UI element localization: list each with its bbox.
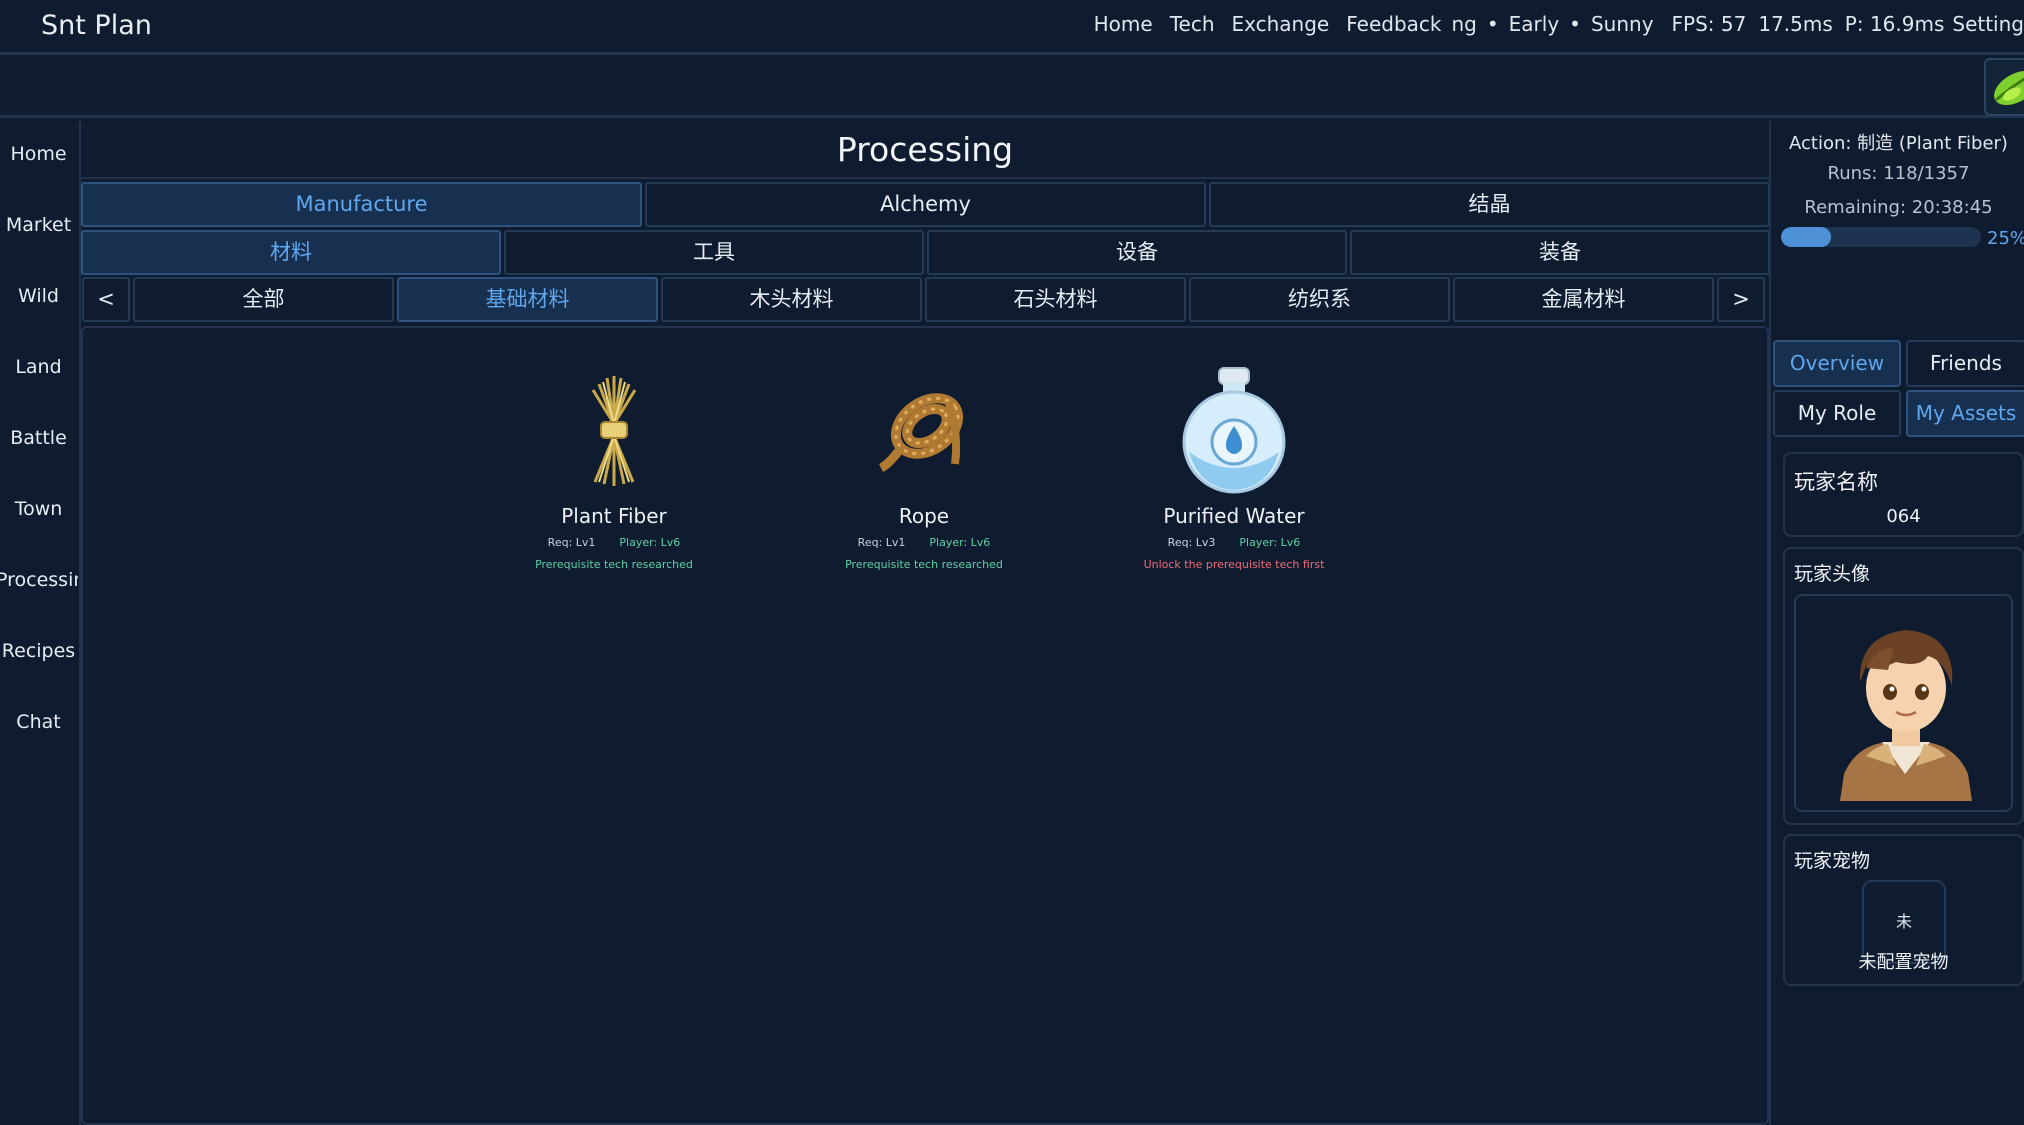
action-remaining: Remaining: 20:38:45 bbox=[1804, 197, 1993, 218]
top-bar: Snt Plan Home Tech Exchange Feedback ng … bbox=[0, 0, 2024, 55]
player-pet-title: 玩家宠物 bbox=[1794, 850, 1871, 872]
plant-fiber-icon bbox=[549, 364, 679, 494]
sidebar-item-chat[interactable]: Chat bbox=[0, 711, 77, 733]
player-avatar-card: 玩家头像 bbox=[1783, 547, 2024, 825]
separator-dot: • bbox=[1486, 12, 1499, 36]
separator-dot: • bbox=[1569, 12, 1581, 36]
p-time-readout: P: 16.9ms bbox=[1844, 12, 1945, 36]
sidebar-item-wild[interactable]: Wild bbox=[0, 285, 77, 307]
action-progress-bar bbox=[1781, 227, 1981, 247]
player-avatar-title: 玩家头像 bbox=[1794, 563, 1871, 585]
tab-metal-materials[interactable]: 金属材料 bbox=[1453, 277, 1714, 322]
current-action: Action: 制造 (Plant Fiber) bbox=[1789, 133, 2008, 154]
item-requirements: Req: Lv3 Player: Lv6 bbox=[1114, 536, 1354, 549]
top-nav: Home Tech Exchange Feedback ng • Early •… bbox=[1094, 12, 2024, 36]
app-title: Snt Plan bbox=[41, 10, 152, 41]
recipe-card-rope[interactable]: Rope Req: Lv1 Player: Lv6 Prerequisite t… bbox=[804, 364, 1044, 571]
tab-textile[interactable]: 纺织系 bbox=[1189, 277, 1450, 322]
tab-overview[interactable]: Overview bbox=[1773, 340, 1901, 387]
category-tabs: Manufacture Alchemy 结晶 bbox=[81, 182, 1770, 227]
material-type-tabs: < 全部 基础材料 木头材料 石头材料 纺织系 金属材料 > bbox=[82, 277, 1765, 322]
item-name: Purified Water bbox=[1163, 504, 1305, 528]
player-name-value: 064 bbox=[1886, 506, 1921, 527]
tab-alchemy[interactable]: Alchemy bbox=[645, 182, 1206, 227]
tab-my-assets[interactable]: My Assets bbox=[1906, 390, 2024, 437]
rope-icon bbox=[859, 364, 989, 494]
action-runs: Runs: 118/1357 bbox=[1827, 163, 1970, 184]
tab-stone-materials[interactable]: 石头材料 bbox=[925, 277, 1186, 322]
tabs-next-button[interactable]: > bbox=[1717, 277, 1765, 322]
item-name: Rope bbox=[898, 504, 950, 528]
player-name-title: 玩家名称 bbox=[1794, 470, 1878, 494]
avatar[interactable] bbox=[1794, 594, 2013, 812]
nav-tech-link[interactable]: Tech bbox=[1170, 12, 1215, 36]
item-required-level: Req: Lv1 bbox=[547, 536, 596, 549]
player-name-card: 玩家名称 064 bbox=[1783, 452, 2024, 537]
tab-basic-materials[interactable]: 基础材料 bbox=[397, 277, 658, 322]
nav-feedback-link[interactable]: Feedback bbox=[1346, 12, 1441, 36]
item-name: Plant Fiber bbox=[561, 504, 667, 528]
recipe-card-purified-water[interactable]: Purified Water Req: Lv3 Player: Lv6 Unlo… bbox=[1114, 364, 1354, 571]
subcategory-tabs: 材料 工具 设备 装备 bbox=[81, 230, 1770, 275]
time-of-day-status: Early bbox=[1508, 12, 1560, 36]
tab-equipment[interactable]: 装备 bbox=[1350, 230, 1770, 275]
action-progress-fill bbox=[1781, 227, 1831, 247]
main-panel: Processing Manufacture Alchemy 结晶 材料 工具 … bbox=[81, 121, 1770, 1125]
nav-home-link[interactable]: Home bbox=[1094, 12, 1153, 36]
tab-manufacture[interactable]: Manufacture bbox=[81, 182, 642, 227]
item-required-level: Req: Lv3 bbox=[1167, 536, 1216, 549]
weather-status: Sunny bbox=[1590, 12, 1654, 36]
pet-status: 未配置宠物 bbox=[1858, 952, 1949, 973]
tab-materials[interactable]: 材料 bbox=[81, 230, 501, 275]
settings-link[interactable]: Setting bbox=[1952, 12, 2024, 36]
season-status: ng bbox=[1451, 12, 1477, 36]
item-requirements: Req: Lv1 Player: Lv6 bbox=[804, 536, 1044, 549]
item-player-level: Player: Lv6 bbox=[619, 536, 681, 549]
purified-water-icon bbox=[1169, 364, 1299, 494]
sidebar-item-land[interactable]: Land bbox=[0, 356, 77, 378]
leaf-icon[interactable] bbox=[1984, 58, 2024, 116]
tab-wood-materials[interactable]: 木头材料 bbox=[661, 277, 922, 322]
recipe-grid: Plant Fiber Req: Lv1 Player: Lv6 Prerequ… bbox=[81, 326, 1769, 1125]
nav-exchange-link[interactable]: Exchange bbox=[1232, 12, 1330, 36]
sub-header-strip bbox=[0, 58, 2024, 118]
page-title: Processing bbox=[81, 121, 1769, 179]
fps-readout: FPS: 57 bbox=[1671, 12, 1747, 36]
sidebar-item-town[interactable]: Town bbox=[0, 498, 77, 520]
sidebar-item-home[interactable]: Home bbox=[0, 143, 77, 165]
item-required-level: Req: Lv1 bbox=[857, 536, 906, 549]
item-player-level: Player: Lv6 bbox=[1239, 536, 1301, 549]
sidebar-item-processing[interactable]: Processing bbox=[0, 569, 78, 591]
tab-tools[interactable]: 工具 bbox=[504, 230, 924, 275]
tab-devices[interactable]: 设备 bbox=[927, 230, 1347, 275]
item-player-level: Player: Lv6 bbox=[929, 536, 991, 549]
recipe-card-plant-fiber[interactable]: Plant Fiber Req: Lv1 Player: Lv6 Prerequ… bbox=[494, 364, 734, 571]
item-tech-status: Unlock the prerequisite tech first bbox=[1143, 558, 1325, 571]
action-progress-percent: 25% bbox=[1987, 228, 2024, 249]
sidebar-item-battle[interactable]: Battle bbox=[0, 427, 77, 449]
tab-friends[interactable]: Friends bbox=[1906, 340, 2024, 387]
sidebar-item-recipes[interactable]: Recipes bbox=[0, 640, 77, 662]
tabs-prev-button[interactable]: < bbox=[82, 277, 130, 322]
player-pet-card: 玩家宠物 未 未配置宠物 bbox=[1783, 834, 2024, 986]
tab-crystal[interactable]: 结晶 bbox=[1209, 182, 1770, 227]
item-tech-status: Prerequisite tech researched bbox=[845, 558, 1003, 571]
item-tech-status: Prerequisite tech researched bbox=[535, 558, 693, 571]
tab-my-role[interactable]: My Role bbox=[1773, 390, 1901, 437]
sidebar-item-market[interactable]: Market bbox=[0, 214, 77, 236]
item-requirements: Req: Lv1 Player: Lv6 bbox=[494, 536, 734, 549]
tab-all[interactable]: 全部 bbox=[133, 277, 394, 322]
frame-time-readout: 17.5ms bbox=[1758, 12, 1833, 36]
right-panel: Action: 制造 (Plant Fiber) Runs: 118/1357 … bbox=[1769, 121, 2024, 1125]
left-sidebar: Home Market Wild Land Battle Town Proces… bbox=[0, 121, 81, 1125]
